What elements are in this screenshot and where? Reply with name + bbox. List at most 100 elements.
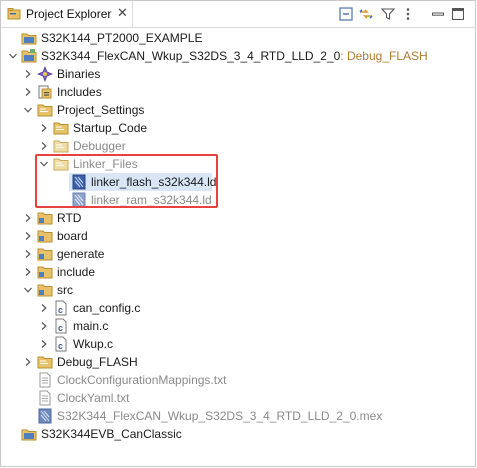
folder-icon [53, 140, 69, 153]
tree-item-label: Includes [57, 85, 102, 99]
chevron-right-icon[interactable] [40, 142, 48, 150]
tree-item-binaries[interactable]: Binaries [1, 65, 475, 83]
linker-file-icon [72, 174, 86, 190]
folder-icon [37, 104, 53, 117]
tree-item-label: Project_Settings [57, 103, 145, 117]
chevron-right-icon[interactable] [24, 250, 32, 258]
tree-item-project-settings[interactable]: Project_Settings [1, 101, 475, 119]
mex-file-icon [38, 408, 52, 424]
tab-project-explorer[interactable]: Project Explorer ✕ [1, 1, 133, 27]
project-open-icon [21, 49, 37, 63]
folder-icon [37, 356, 53, 369]
chevron-right-icon[interactable] [24, 214, 32, 222]
project-closed-icon [21, 33, 37, 45]
chevron-down-icon[interactable] [24, 286, 32, 294]
folder-icon [53, 158, 69, 171]
source-folder-icon [37, 266, 53, 279]
chevron-down-icon[interactable] [9, 52, 17, 60]
tree-item-wkup-c[interactable]: c Wkup.c [1, 335, 475, 353]
tree-item-can-config[interactable]: c can_config.c [1, 299, 475, 317]
tree-item-project[interactable]: S32K144_PT2000_EXAMPLE [1, 29, 475, 47]
tree-item-label: Binaries [57, 67, 101, 81]
tree-item-clock-yaml-txt[interactable]: ClockYaml.txt [1, 389, 475, 407]
folder-icon [53, 122, 69, 135]
linker-file-icon [72, 192, 86, 208]
tree-item-label: Startup_Code [73, 121, 148, 135]
tree-item-label: src [57, 283, 73, 297]
chevron-right-icon[interactable] [24, 232, 32, 240]
close-icon[interactable]: ✕ [117, 6, 128, 20]
source-folder-icon [37, 248, 53, 261]
svg-text:c: c [58, 323, 63, 333]
tree-item-label: generate [57, 247, 105, 261]
tree-item-linker-flash[interactable]: linker_flash_s32k344.ld [1, 173, 475, 191]
tree-item-label: Debug_FLASH [57, 355, 138, 369]
source-folder-icon [37, 284, 53, 297]
tree-item-label: can_config.c [73, 301, 141, 315]
tree-item-linker-ram[interactable]: linker_ram_s32k344.ld [1, 191, 475, 209]
tree-item-label: S32K344_FlexCAN_Wkup_S32DS_3_4_RTD_LLD_2… [41, 49, 428, 63]
project-explorer-view: Project Explorer ✕ S32K144_PT2000_EXAMPL… [0, 0, 476, 467]
collapse-all-icon[interactable] [337, 5, 355, 23]
chevron-right-icon[interactable] [24, 88, 32, 96]
tree-item-label: Linker_Files [73, 157, 138, 171]
tree-item-label: linker_flash_s32k344.ld [91, 175, 217, 189]
chevron-right-icon[interactable] [24, 358, 32, 366]
c-file-icon: c [55, 300, 67, 316]
tree-item-label: Wkup.c [73, 337, 114, 351]
maximize-icon[interactable] [449, 5, 467, 23]
tree-item-label: Debugger [73, 139, 126, 153]
source-folder-icon [37, 212, 53, 225]
tree-item-clock-config-txt[interactable]: ClockConfigurationMappings.txt [1, 371, 475, 389]
tree-item-label: S32K344EVB_CanClassic [41, 427, 182, 441]
tree-item-label: include [57, 265, 96, 279]
text-file-icon [39, 390, 51, 406]
project-tree: S32K144_PT2000_EXAMPLE S32K344_FlexCAN_W… [1, 29, 475, 466]
tree-item-label: ClockConfigurationMappings.txt [57, 373, 227, 387]
tree-item-debug-flash[interactable]: Debug_FLASH [1, 353, 475, 371]
includes-icon [38, 85, 52, 99]
tree-item-debugger[interactable]: Debugger [1, 137, 475, 155]
text-file-icon [39, 372, 51, 388]
project-closed-icon [21, 429, 37, 441]
tree-item-label: RTD [57, 211, 82, 225]
tree-item-generate[interactable]: generate [1, 245, 475, 263]
c-file-icon: c [55, 318, 67, 334]
project-explorer-icon [7, 8, 21, 20]
tree-item-label: main.c [73, 319, 109, 333]
tree-item-startup-code[interactable]: Startup_Code [1, 119, 475, 137]
chevron-right-icon[interactable] [40, 322, 48, 330]
tree-item-mex-file[interactable]: S32K344_FlexCAN_Wkup_S32DS_3_4_RTD_LLD_2… [1, 407, 475, 425]
tree-item-label: S32K344_FlexCAN_Wkup_S32DS_3_4_RTD_LLD_2… [57, 409, 383, 423]
build-config-label: : Debug_FLASH [340, 49, 428, 63]
tree-item-label: linker_ram_s32k344.ld [91, 193, 212, 207]
chevron-down-icon[interactable] [40, 160, 48, 168]
chevron-right-icon[interactable] [40, 124, 48, 132]
link-with-editor-icon[interactable] [357, 5, 375, 23]
chevron-right-icon[interactable] [40, 340, 48, 348]
minimize-icon[interactable] [429, 5, 447, 23]
view-menu-icon[interactable] [399, 5, 417, 23]
tree-item-label: ClockYaml.txt [57, 391, 130, 405]
filter-icon[interactable] [379, 5, 397, 23]
tree-item-project[interactable]: S32K344_FlexCAN_Wkup_S32DS_3_4_RTD_LLD_2… [1, 47, 475, 65]
tree-item-label: board [57, 229, 88, 243]
tree-item-label: S32K144_PT2000_EXAMPLE [41, 31, 203, 45]
chevron-right-icon[interactable] [24, 70, 32, 78]
tree-item-linker-files[interactable]: Linker_Files [1, 155, 475, 173]
binaries-icon [37, 66, 53, 82]
view-tab-bar: Project Explorer ✕ [1, 1, 475, 28]
svg-text:c: c [58, 305, 63, 315]
tree-item-project[interactable]: S32K344EVB_CanClassic [1, 425, 475, 443]
tree-item-rtd[interactable]: RTD [1, 209, 475, 227]
tree-item-include[interactable]: include [1, 263, 475, 281]
tree-item-main-c[interactable]: c main.c [1, 317, 475, 335]
tab-title: Project Explorer [26, 7, 112, 21]
tree-item-src[interactable]: src [1, 281, 475, 299]
tree-item-board[interactable]: board [1, 227, 475, 245]
chevron-right-icon[interactable] [24, 268, 32, 276]
c-file-icon: c [55, 336, 67, 352]
chevron-down-icon[interactable] [24, 106, 32, 114]
chevron-right-icon[interactable] [40, 304, 48, 312]
tree-item-includes[interactable]: Includes [1, 83, 475, 101]
